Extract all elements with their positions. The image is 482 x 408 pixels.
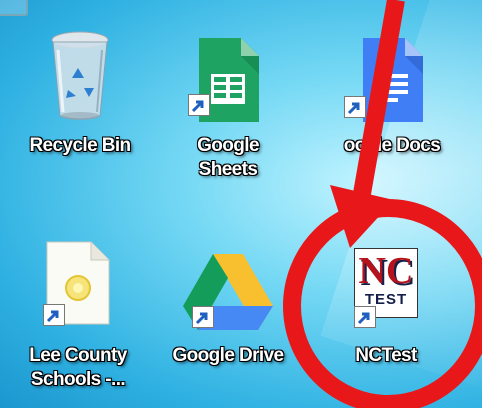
icon-label: Google Drive	[172, 345, 284, 366]
shortcut-arrow-icon	[43, 304, 65, 326]
icon-label-line-2: Schools -...	[30, 369, 126, 390]
icon-label: Lee County Schools -...	[8, 344, 148, 392]
shortcut-arrow-icon	[344, 96, 366, 118]
icon-label-line-1: Lee County	[29, 345, 127, 366]
shortcut-arrow-icon	[354, 306, 376, 328]
recycle-bin-icon	[44, 30, 116, 120]
partial-icon-fragment	[0, 0, 28, 16]
google-docs-icon	[361, 38, 423, 122]
desktop-background: Recycle Bin Google Sheets oogle Docs Lee…	[0, 0, 482, 408]
shortcut-arrow-icon	[192, 306, 214, 328]
shortcut-arrow-icon	[188, 94, 210, 116]
icon-label: Recycle Bin	[29, 135, 131, 156]
icon-label: NCTest	[355, 345, 417, 366]
nctest-shortcut[interactable]: NC TEST NCTest	[316, 230, 456, 380]
google-docs-shortcut[interactable]: oogle Docs	[322, 30, 462, 180]
icon-label: Google Sheets	[158, 134, 298, 182]
google-sheets-shortcut[interactable]: Google Sheets	[158, 30, 298, 200]
recycle-bin-shortcut[interactable]: Recycle Bin	[10, 30, 150, 180]
google-drive-shortcut[interactable]: Google Drive	[158, 230, 298, 380]
icon-label-line-2: Sheets	[198, 159, 258, 180]
lee-county-schools-shortcut[interactable]: Lee County Schools -...	[8, 230, 148, 400]
nctest-logo-top: NC	[358, 250, 414, 292]
icon-label: oogle Docs	[343, 135, 441, 156]
icon-label-line-1: Google	[197, 135, 259, 156]
